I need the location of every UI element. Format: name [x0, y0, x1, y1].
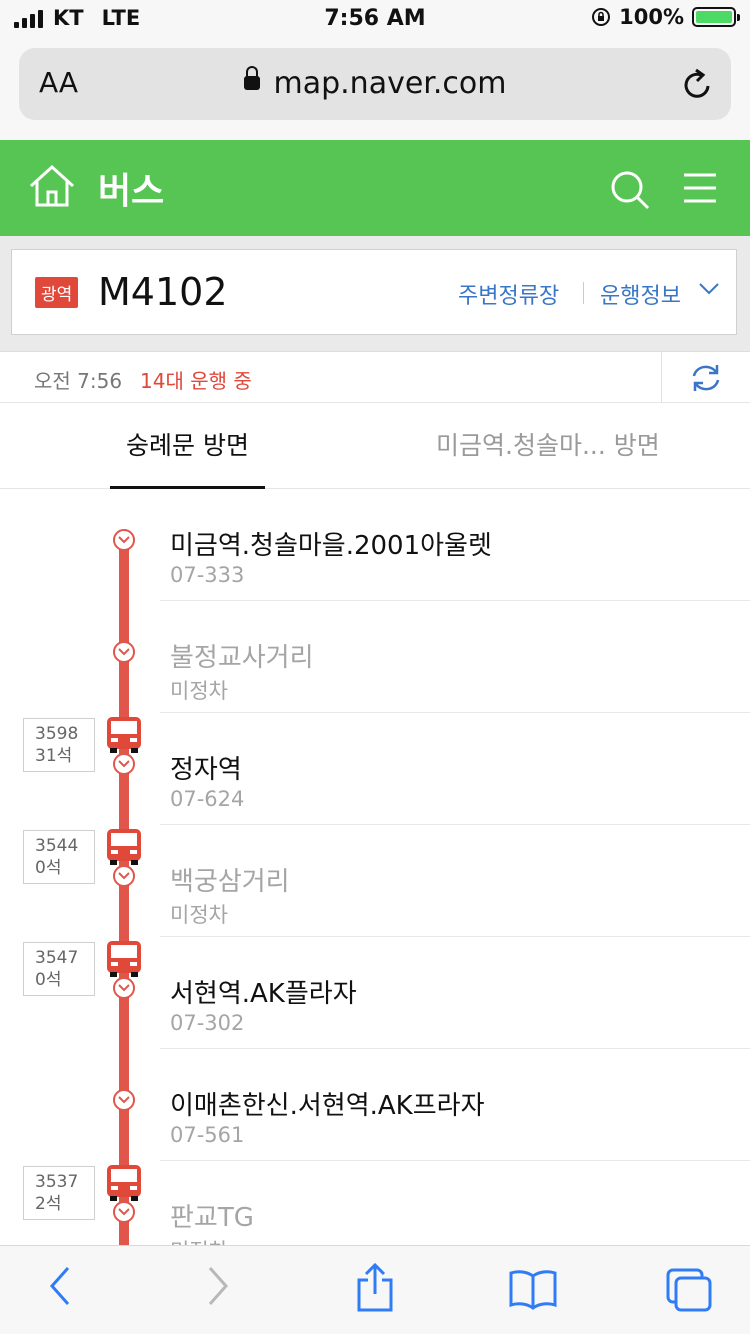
status-bar: KT LTE 7:56 AM 100%: [0, 0, 750, 40]
bus-seats: 2석: [35, 1194, 62, 1214]
chevron-down-icon[interactable]: [698, 282, 720, 296]
running-count: 14대 운행 중: [140, 369, 252, 393]
stop-name: 미금역.청솔마을.2001아울렛: [170, 531, 492, 561]
bus-seats: 31석: [35, 746, 73, 766]
reload-icon[interactable]: [681, 66, 715, 102]
back-icon[interactable]: [46, 1264, 74, 1308]
stop-item[interactable]: 이매촌한신.서현역.AK프라자 07-561: [0, 1049, 750, 1161]
search-icon[interactable]: [610, 170, 650, 210]
bus-icon[interactable]: [106, 1164, 142, 1202]
stop-name: 이매촌한신.서현역.AK프라자: [170, 1091, 485, 1121]
stop-code: 07-302: [170, 1011, 245, 1035]
browser-toolbar: [0, 1245, 750, 1334]
update-time: 오전 7:56: [34, 369, 123, 393]
direction-tabs: 숭례문 방면 미금역.청솔마... 방면: [0, 403, 750, 489]
operation-info-link[interactable]: 운행정보: [600, 278, 681, 310]
home-icon[interactable]: [28, 164, 76, 208]
url-text: map.naver.com: [273, 66, 507, 101]
url-display[interactable]: map.naver.com: [19, 65, 731, 101]
operation-status-row: 오전 7:56 14대 운행 중: [0, 351, 750, 403]
refresh-icon: [692, 365, 720, 391]
stop-node-icon: [113, 1089, 135, 1111]
forward-icon[interactable]: [204, 1264, 232, 1308]
bus-seats: 0석: [35, 970, 62, 990]
stop-name: 판교TG: [170, 1203, 254, 1233]
route-type-badge: 광역: [35, 277, 79, 308]
refresh-button[interactable]: [661, 352, 750, 402]
stop-node-icon: [113, 977, 135, 999]
stop-node-icon: [113, 1201, 135, 1223]
nearby-stops-link[interactable]: 주변정류장: [458, 278, 559, 310]
stop-code: 07-561: [170, 1123, 245, 1147]
bus-vehicle-number: 3537: [35, 1172, 79, 1192]
orientation-lock-icon: [592, 8, 611, 26]
app-header: 버스: [0, 140, 750, 236]
bus-info-tag[interactable]: 3544 0석: [23, 830, 95, 884]
bookmarks-icon[interactable]: [508, 1268, 558, 1310]
route-number: M4102: [98, 270, 228, 314]
stop-node-icon: [113, 865, 135, 887]
route-section: 광역 M4102 주변정류장 운행정보: [0, 236, 750, 351]
bus-vehicle-number: 3547: [35, 948, 79, 968]
bus-seats: 0석: [35, 858, 62, 878]
bus-icon[interactable]: [106, 828, 142, 866]
bus-vehicle-number: 3598: [35, 724, 79, 744]
bus-info-tag[interactable]: 3547 0석: [23, 942, 95, 996]
battery-percent: 100%: [619, 5, 684, 29]
bus-vehicle-number: 3544: [35, 836, 79, 856]
stop-code: 07-333: [170, 563, 245, 587]
stop-name: 백궁삼거리: [170, 867, 290, 897]
stop-item[interactable]: 불정교사거리 미정차: [0, 601, 750, 713]
stop-name: 서현역.AK플라자: [170, 979, 357, 1009]
browser-address-area: AA map.naver.com: [0, 40, 750, 141]
stop-item[interactable]: 미금역.청솔마을.2001아울렛 07-333: [0, 489, 750, 601]
bus-info-tag[interactable]: 3598 31석: [23, 718, 95, 772]
bus-icon[interactable]: [106, 716, 142, 754]
stop-code: 미정차: [170, 679, 228, 703]
tabs-icon[interactable]: [664, 1266, 714, 1314]
stop-name: 정자역: [170, 755, 242, 785]
address-bar[interactable]: AA map.naver.com: [19, 48, 731, 120]
stop-code: 미정차: [170, 1235, 228, 1245]
menu-icon[interactable]: [684, 172, 716, 204]
tab-direction-migeum[interactable]: 미금역.청솔마... 방면: [436, 403, 716, 489]
battery-icon: [692, 7, 740, 27]
stop-name: 불정교사거리: [170, 643, 314, 673]
status-right: 100%: [591, 5, 740, 29]
stop-list: 미금역.청솔마을.2001아울렛 07-333 불정교사거리 미정차 정자역 0…: [0, 489, 750, 1245]
bus-info-tag[interactable]: 3537 2석: [23, 1166, 95, 1220]
share-icon[interactable]: [354, 1262, 396, 1314]
bus-icon[interactable]: [106, 940, 142, 978]
route-card: 광역 M4102 주변정류장 운행정보: [11, 249, 737, 335]
stop-node-icon: [113, 753, 135, 775]
page-title: 버스: [98, 171, 165, 212]
tab-direction-sungnyemun[interactable]: 숭례문 방면: [110, 403, 265, 489]
link-divider: [583, 282, 584, 304]
stop-node-icon: [113, 529, 135, 551]
lock-icon: [243, 65, 260, 90]
stop-node-icon: [113, 641, 135, 663]
stop-code: 미정차: [170, 903, 228, 927]
stop-code: 07-624: [170, 787, 245, 811]
